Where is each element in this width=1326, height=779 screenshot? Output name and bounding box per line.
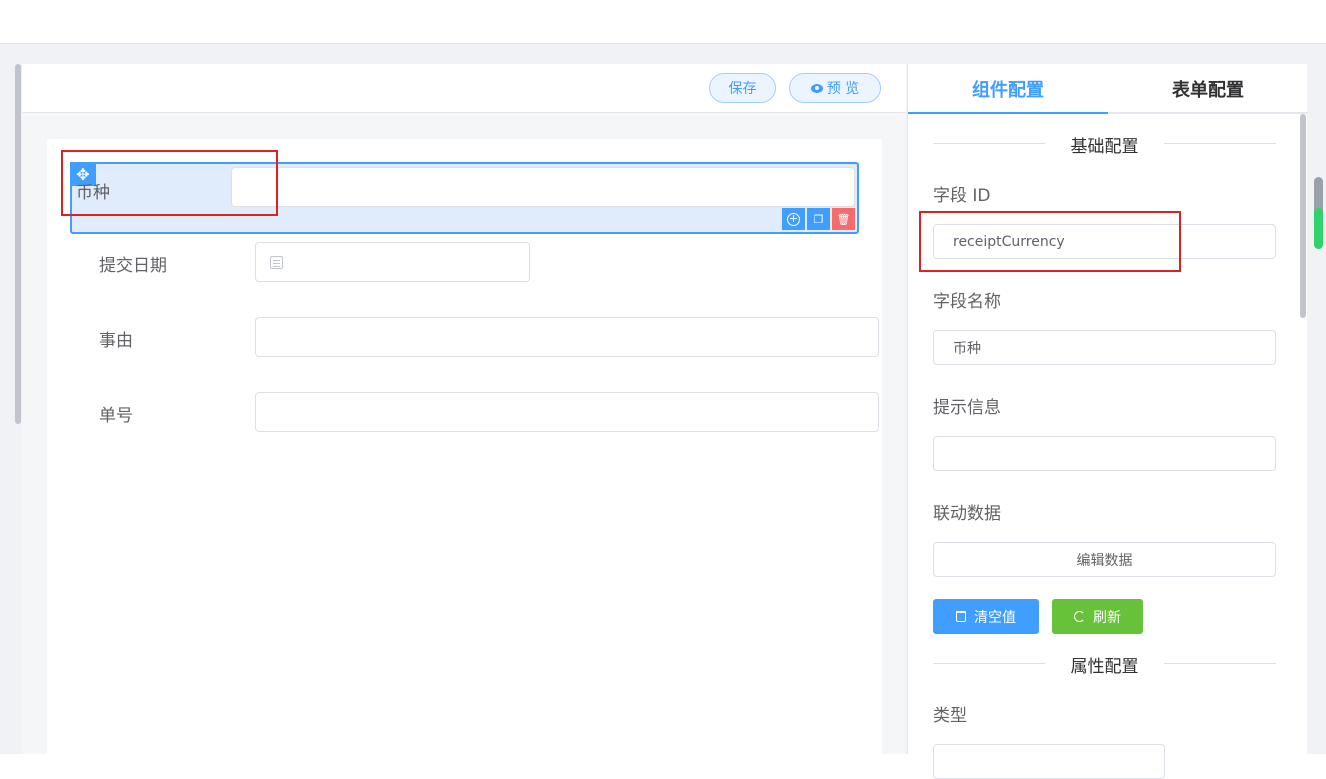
trash-icon [956,611,966,622]
add-icon[interactable]: + [782,208,805,230]
type-label: 类型 [933,706,967,726]
panel-scrollbar[interactable] [1300,114,1306,318]
refresh-label: 刷新 [1093,609,1121,626]
form-label: 提交日期 [99,256,167,276]
refresh-icon [1074,611,1085,622]
form-editor: 保存 预 览 ✥ 币种 + ❐ 🗑 提交日期 事由 单号 [22,64,906,754]
field-id-input[interactable]: receiptCurrency [933,224,1276,259]
page-scrollbar-thumb[interactable] [1314,208,1323,249]
form-label: 事由 [99,331,133,351]
linkage-label: 联动数据 [933,504,1001,524]
row-actions: + ❐ 🗑 [782,208,855,230]
preview-button[interactable]: 预 览 [789,73,881,103]
form-canvas: ✥ 币种 + ❐ 🗑 提交日期 事由 单号 [47,139,882,754]
type-select[interactable] [933,744,1165,779]
form-item[interactable]: 提交日期 [71,242,857,312]
hint-label: 提示信息 [933,398,1001,418]
save-button[interactable]: 保存 [709,73,776,103]
left-scrollbar[interactable] [15,64,21,424]
number-input[interactable] [255,392,879,432]
edit-data-button[interactable]: 编辑数据 [933,542,1276,577]
field-name-label: 字段名称 [933,292,1001,312]
currency-input[interactable] [231,167,855,207]
preview-button-label: 预 览 [826,81,860,97]
refresh-button[interactable]: 刷新 [1052,599,1143,634]
tab-component-config[interactable]: 组件配置 [908,64,1108,114]
hint-input[interactable] [933,436,1276,471]
save-button-label: 保存 [728,81,757,97]
form-label: 币种 [76,183,110,203]
delete-icon[interactable]: 🗑 [832,208,855,230]
editor-toolbar: 保存 预 览 [22,64,906,113]
field-name-input[interactable]: 币种 [933,330,1276,365]
clear-value-label: 清空值 [974,609,1016,626]
config-panel: 组件配置 表单配置 基础配置 字段 ID receiptCurrency 字段名… [907,64,1308,779]
form-item-selected[interactable]: ✥ 币种 + ❐ 🗑 [70,162,859,234]
section-title-attr: 属性配置 [933,652,1276,677]
reason-input[interactable] [255,317,879,357]
tab-active-indicator [908,112,1108,114]
tab-form-config[interactable]: 表单配置 [1108,64,1308,114]
form-item[interactable]: 事由 [71,317,879,387]
field-name-value: 币种 [953,340,981,357]
date-input[interactable] [255,242,530,282]
config-tabs: 组件配置 表单配置 [908,64,1308,114]
clear-value-button[interactable]: 清空值 [933,599,1039,634]
copy-icon[interactable]: ❐ [807,208,830,230]
form-label: 单号 [99,406,133,426]
form-item[interactable]: 单号 [71,392,879,462]
field-id-label: 字段 ID [933,186,991,206]
section-title-text: 属性配置 [1070,656,1139,677]
top-bar [0,0,1326,44]
section-title-text: 基础配置 [1070,136,1139,157]
eye-icon [810,83,823,93]
edit-data-label: 编辑数据 [1076,552,1133,569]
field-id-value: receiptCurrency [953,233,1065,250]
calendar-icon [270,256,283,269]
section-title-basic: 基础配置 [933,132,1276,157]
